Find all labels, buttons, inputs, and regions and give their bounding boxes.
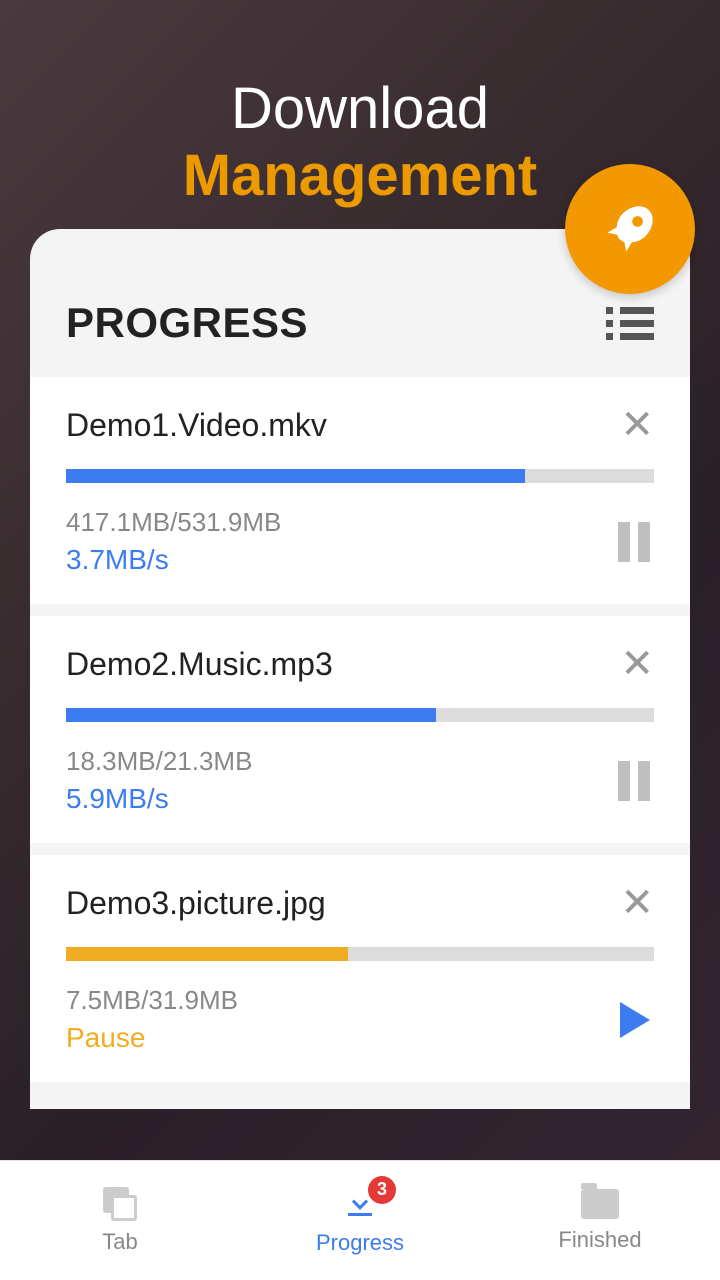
folder-icon	[581, 1189, 619, 1219]
nav-tab[interactable]: Tab	[0, 1161, 240, 1280]
download-status: Pause	[66, 1022, 238, 1054]
play-icon	[620, 1002, 650, 1038]
progress-fill	[66, 947, 348, 961]
section-title: PROGRESS	[66, 299, 308, 347]
progress-bar	[66, 708, 654, 722]
download-filename: Demo1.Video.mkv	[66, 407, 327, 444]
download-size: 417.1MB/531.9MB	[66, 507, 281, 538]
download-icon: 3	[342, 1186, 378, 1222]
download-filename: Demo2.Music.mp3	[66, 646, 333, 683]
download-stats: 7.5MB/31.9MB Pause	[66, 985, 238, 1054]
nav-finished[interactable]: Finished	[480, 1161, 720, 1280]
progress-bar	[66, 469, 654, 483]
nav-label-progress: Progress	[316, 1230, 404, 1256]
pause-icon	[618, 522, 650, 562]
progress-fill	[66, 469, 525, 483]
download-stats: 18.3MB/21.3MB 5.9MB/s	[66, 746, 252, 815]
progress-card: PROGRESS Demo1.Video.mkv ✕ 417.1MB/531.9…	[30, 229, 690, 1109]
badge-count: 3	[368, 1176, 396, 1204]
close-icon[interactable]: ✕	[620, 644, 654, 684]
progress-fill	[66, 708, 436, 722]
close-icon[interactable]: ✕	[620, 405, 654, 445]
download-filename: Demo3.picture.jpg	[66, 885, 326, 922]
tabs-icon	[103, 1187, 137, 1221]
pause-button[interactable]	[618, 761, 654, 801]
list-view-icon[interactable]	[606, 307, 654, 340]
download-item: Demo2.Music.mp3 ✕ 18.3MB/21.3MB 5.9MB/s	[30, 616, 690, 843]
download-speed: 3.7MB/s	[66, 544, 281, 576]
boost-fab-button[interactable]	[565, 164, 695, 294]
nav-label-finished: Finished	[558, 1227, 641, 1253]
nav-label-tab: Tab	[102, 1229, 137, 1255]
rocket-icon	[598, 197, 662, 261]
download-size: 7.5MB/31.9MB	[66, 985, 238, 1016]
section-header: PROGRESS	[30, 299, 690, 377]
download-item: Demo1.Video.mkv ✕ 417.1MB/531.9MB 3.7MB/…	[30, 377, 690, 604]
resume-button[interactable]	[620, 1002, 654, 1038]
download-speed: 5.9MB/s	[66, 783, 252, 815]
nav-progress[interactable]: 3 Progress	[240, 1161, 480, 1280]
download-size: 18.3MB/21.3MB	[66, 746, 252, 777]
progress-bar	[66, 947, 654, 961]
download-stats: 417.1MB/531.9MB 3.7MB/s	[66, 507, 281, 576]
pause-icon	[618, 761, 650, 801]
bottom-nav: Tab 3 Progress Finished	[0, 1160, 720, 1280]
close-icon[interactable]: ✕	[620, 883, 654, 923]
pause-button[interactable]	[618, 522, 654, 562]
header-line1: Download	[0, 75, 720, 142]
download-item: Demo3.picture.jpg ✕ 7.5MB/31.9MB Pause	[30, 855, 690, 1082]
